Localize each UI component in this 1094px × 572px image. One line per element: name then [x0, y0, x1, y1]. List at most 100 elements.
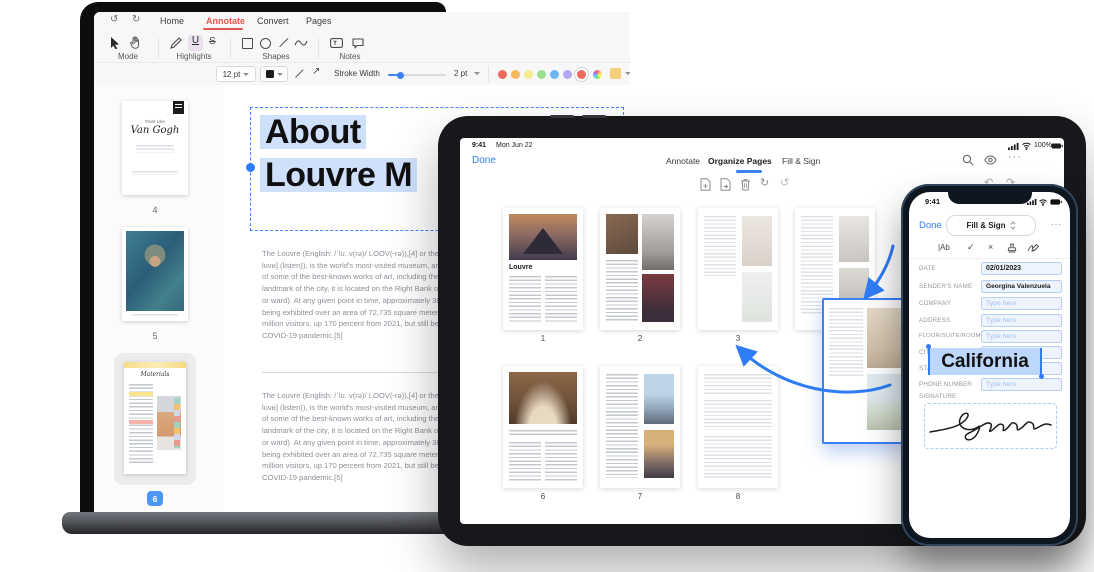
school-of-athens-photo [509, 372, 577, 424]
ipad-tab-fill-sign[interactable]: Fill & Sign [782, 156, 820, 166]
highlighter-pen-icon[interactable] [170, 37, 182, 49]
text-note-icon[interactable] [330, 38, 343, 48]
ipad-tab-organize-pages[interactable]: Organize Pages [708, 156, 772, 166]
wifi-icon [1039, 199, 1047, 206]
x-mark-icon[interactable]: × [988, 242, 993, 252]
sidebar-thumb-page4[interactable]: Paint Like Van Gogh [122, 101, 188, 195]
fill-color-swatch-yellow[interactable] [610, 68, 621, 79]
sidebar-thumb-page6-selected[interactable]: Materials [114, 353, 196, 485]
fill-sign-mode-select[interactable]: Fill & Sign [946, 215, 1036, 236]
undo-icon[interactable]: ↺ [110, 14, 118, 25]
strikethrough-tool-icon[interactable]: S [209, 36, 216, 47]
hand-icon[interactable] [130, 36, 141, 49]
selection-handle-left[interactable] [928, 348, 930, 375]
mac-toolbar: ↺ ↻ Home Annotate Convert Pages Mode U S… [94, 12, 630, 62]
check-icon[interactable]: ✓ [967, 242, 975, 253]
cursor-icon[interactable] [110, 36, 121, 49]
organize-tab-underline [736, 170, 762, 173]
more-icon[interactable]: ··· [1008, 151, 1022, 163]
macbook-base [62, 512, 454, 534]
line-tool-icon[interactable] [295, 69, 304, 78]
color-dot-blue[interactable] [550, 70, 559, 79]
color-dot-orange[interactable] [511, 70, 520, 79]
page-thumb-7[interactable] [600, 366, 680, 488]
text-field-tool-icon[interactable]: |Ab [938, 243, 950, 252]
page-label-2: 2 [600, 334, 680, 343]
color-dot-yellow[interactable] [524, 70, 533, 79]
ellipse-shape-icon[interactable] [260, 38, 271, 49]
page-label-8: 8 [698, 492, 778, 501]
ruins-photo [867, 374, 901, 430]
state-text-selection[interactable]: California [929, 348, 1041, 375]
mac-format-bar: 12 pt ↗ Stroke Width 2 pt [94, 62, 630, 87]
signature-tool-icon[interactable] [1027, 243, 1040, 253]
field-address[interactable]: Type here [981, 314, 1062, 327]
field-floor-suite-room[interactable]: Type here [981, 330, 1062, 343]
signature-box[interactable] [924, 403, 1057, 449]
ipad-done-button[interactable]: Done [472, 155, 496, 166]
chevron-down-icon[interactable] [625, 72, 630, 75]
color-dot-red[interactable] [498, 70, 507, 79]
tab-pages[interactable]: Pages [306, 16, 332, 26]
eye-icon[interactable] [984, 155, 997, 165]
color-dot-green[interactable] [537, 70, 546, 79]
selection-text: California [941, 351, 1029, 373]
insert-page-icon[interactable] [720, 178, 731, 191]
color-swatch-black [266, 70, 274, 78]
ipad-battery-percent: 100% [1034, 142, 1052, 149]
stroke-width-label: Stroke Width [334, 69, 380, 78]
font-size-select[interactable]: 12 pt [216, 66, 256, 82]
field-sender-name[interactable]: Georgina Valenzuela [981, 280, 1062, 293]
color-wheel-icon[interactable] [593, 70, 602, 79]
field-label-date: DATE [919, 265, 936, 272]
comment-note-icon[interactable] [352, 38, 364, 49]
arrow-tool-icon[interactable]: ↗ [312, 66, 320, 77]
page-thumb-8[interactable] [698, 366, 778, 488]
sidebar-pagenum-4: 4 [122, 205, 188, 215]
tab-convert[interactable]: Convert [257, 16, 289, 26]
page-thumb-6[interactable] [503, 366, 583, 488]
tab-home[interactable]: Home [160, 16, 184, 26]
cover-subtitle: Paint Like [122, 119, 188, 124]
battery-icon [1051, 143, 1063, 149]
line-shape-icon[interactable] [279, 38, 288, 47]
add-page-icon[interactable] [700, 178, 711, 191]
tab-annotate[interactable]: Annotate [206, 16, 245, 26]
more-icon[interactable]: ··· [1051, 219, 1062, 229]
dragged-page-thumb[interactable] [822, 298, 910, 444]
field-company[interactable]: Type here [981, 297, 1062, 310]
color-dot-red-selected[interactable] [577, 70, 586, 79]
sidebar-pagenum-5: 5 [122, 331, 188, 341]
page-thumb-1[interactable]: Louvre [503, 208, 583, 330]
doc-title-line1: About [260, 115, 366, 149]
stroke-width-slider[interactable] [388, 74, 446, 76]
field-date[interactable]: 02/01/2023 [981, 262, 1062, 275]
stamp-icon[interactable] [1007, 243, 1017, 253]
slider-knob[interactable] [397, 72, 404, 79]
bookmark-badge [173, 101, 184, 114]
wifi-icon [1022, 142, 1031, 150]
rectangle-shape-icon[interactable] [242, 38, 253, 49]
winged-victory-photo [642, 214, 674, 270]
group-label-notes: Notes [328, 52, 372, 61]
page-thumb-2[interactable] [600, 208, 680, 330]
chevron-down-icon[interactable] [474, 72, 480, 75]
selection-handle-right[interactable] [1040, 348, 1042, 375]
signature-image [925, 404, 1056, 448]
iphone-done-button[interactable]: Done [919, 220, 942, 231]
freehand-shape-icon[interactable] [294, 38, 308, 48]
redo-icon[interactable]: ↻ [132, 14, 140, 25]
selection-handle[interactable] [246, 163, 255, 172]
field-phone-number[interactable]: Type here [981, 378, 1062, 391]
trash-icon[interactable] [740, 178, 751, 191]
rotate-ccw-icon[interactable]: ↺ [780, 176, 789, 189]
text-color-select[interactable] [260, 66, 288, 82]
color-dot-purple[interactable] [563, 70, 572, 79]
search-icon[interactable] [962, 154, 974, 166]
sidebar-thumb-page5[interactable] [122, 227, 188, 321]
ipad-volume-button [550, 115, 574, 118]
ipad-tab-annotate[interactable]: Annotate [666, 156, 700, 166]
underline-tool-icon[interactable]: U [188, 35, 203, 51]
page-thumb-3[interactable] [698, 208, 778, 330]
rotate-cw-icon[interactable]: ↻ [760, 176, 769, 189]
